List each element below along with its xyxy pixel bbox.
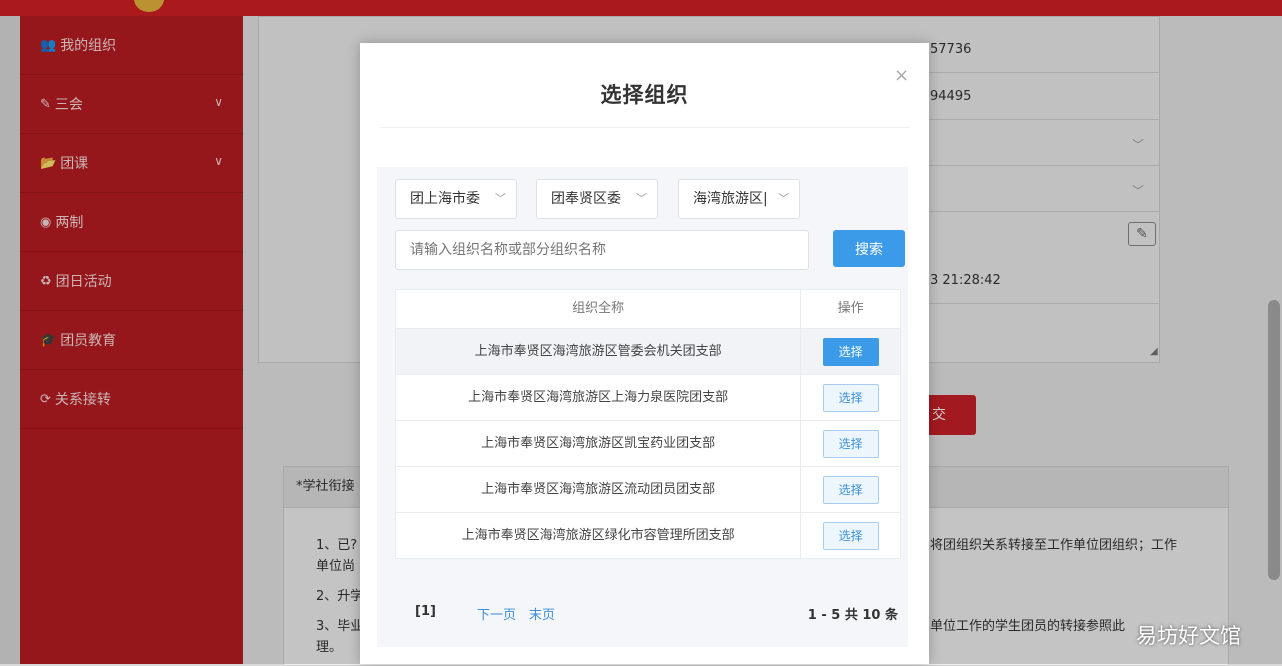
dialog-content: 团上海市委 ﹀ 团奉贤区委 ﹀ 海湾旅游区| ﹀ 搜索 组织全称 操作 上海市奉… — [377, 167, 908, 647]
column-header-action: 操作 — [837, 301, 864, 316]
select-organization-dialog: × 选择组织 团上海市委 ﹀ 团奉贤区委 ﹀ 海湾旅游区| ﹀ 搜索 组织全称 … — [360, 43, 929, 664]
search-button[interactable]: 搜索 — [833, 230, 905, 267]
current-page: [1] — [415, 604, 436, 619]
chevron-down-icon: ﹀ — [495, 192, 506, 205]
org-name: 上海市奉贤区海湾旅游区绿化市容管理所团支部 — [396, 513, 802, 558]
city-select[interactable]: 团上海市委 ﹀ — [395, 179, 517, 219]
last-page-link[interactable]: 末页 — [529, 604, 555, 623]
area-select[interactable]: 海湾旅游区| ﹀ — [678, 179, 800, 219]
org-name: 上海市奉贤区海湾旅游区凯宝药业团支部 — [396, 421, 802, 466]
select-button[interactable]: 选择 — [822, 475, 879, 504]
org-name: 上海市奉贤区海湾旅游区流动团员团支部 — [396, 467, 802, 512]
district-select[interactable]: 团奉贤区委 ﹀ — [536, 179, 658, 219]
select-button[interactable]: 选择 — [822, 383, 879, 412]
table-row: 上海市奉贤区海湾旅游区流动团员团支部 选择 — [395, 467, 901, 513]
org-name: 上海市奉贤区海湾旅游区上海力泉医院团支部 — [396, 375, 802, 420]
dialog-title: 选择组织 — [600, 83, 689, 107]
org-name: 上海市奉贤区海湾旅游区管委会机关团支部 — [396, 329, 802, 374]
table-row: 上海市奉贤区海湾旅游区管委会机关团支部 选择 — [395, 329, 901, 375]
organization-table: 组织全称 操作 上海市奉贤区海湾旅游区管委会机关团支部 选择 上海市奉贤区海湾旅… — [395, 289, 901, 559]
search-input[interactable] — [395, 230, 809, 270]
table-row: 上海市奉贤区海湾旅游区凯宝药业团支部 选择 — [395, 421, 901, 467]
record-count: 1 - 5 共 10 条 — [807, 608, 898, 623]
table-header: 组织全称 操作 — [395, 289, 901, 329]
divider — [380, 127, 909, 128]
table-row: 上海市奉贤区海湾旅游区上海力泉医院团支部 选择 — [395, 375, 901, 421]
select-button[interactable]: 选择 — [822, 521, 879, 550]
watermark: 易坊好文馆 — [1136, 624, 1241, 648]
next-page-link[interactable]: 下一页 — [477, 604, 516, 623]
table-row: 上海市奉贤区海湾旅游区绿化市容管理所团支部 选择 — [395, 513, 901, 559]
select-button[interactable]: 选择 — [822, 429, 879, 458]
chevron-down-icon: ﹀ — [636, 192, 647, 205]
chevron-down-icon: ﹀ — [778, 192, 789, 205]
select-button[interactable]: 选择 — [822, 337, 879, 366]
column-header-name: 组织全称 — [396, 290, 802, 328]
pagination: [1] 下一页 末页 1 - 5 共 10 条 — [377, 601, 908, 625]
